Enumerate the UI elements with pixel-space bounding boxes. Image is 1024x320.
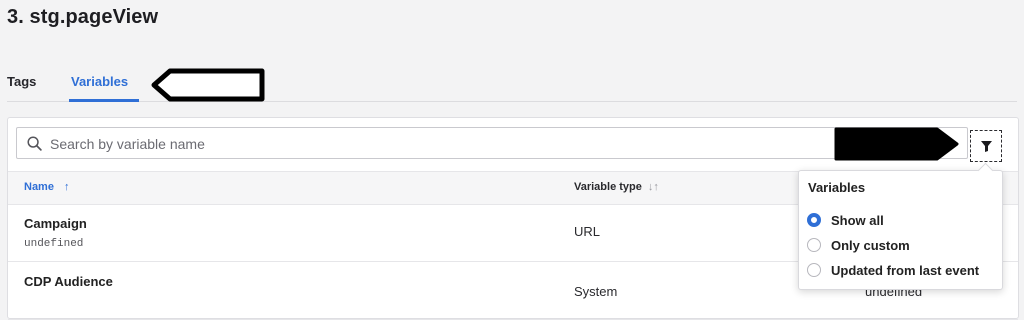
tab-variables[interactable]: Variables (71, 74, 128, 89)
variable-type: URL (574, 224, 601, 239)
filter-funnel-icon (981, 141, 992, 152)
column-header-name-label: Name (24, 181, 54, 193)
variables-filter-popover: Variables Show all Only custom Updated f… (798, 162, 1003, 290)
variable-type: System (574, 284, 618, 299)
filter-option-label: Only custom (831, 238, 910, 253)
filter-option-only-custom[interactable]: Only custom (807, 236, 997, 256)
search-icon (27, 136, 42, 151)
filter-option-label: Updated from last event (831, 263, 980, 278)
variable-name: CDP Audience (24, 274, 113, 289)
radio-button-checked[interactable] (807, 213, 821, 227)
filter-button[interactable] (970, 130, 1002, 162)
sort-toggle-icon: ↓↑ (647, 181, 659, 193)
popover-title: Variables (808, 180, 866, 195)
search-box[interactable] (16, 127, 968, 159)
search-input[interactable] (48, 132, 832, 156)
column-header-name[interactable]: Name ↑ (24, 181, 69, 193)
variable-value: undefined (24, 238, 84, 250)
filter-option-show-all[interactable]: Show all (807, 211, 997, 231)
column-header-type-label: Variable type (574, 181, 642, 193)
column-header-variable-type[interactable]: Variable type ↓↑ (574, 181, 659, 193)
redaction-marker (834, 127, 959, 161)
page-title: 3. stg.pageView (7, 6, 159, 28)
filter-option-label: Show all (831, 213, 884, 228)
redaction-marker (151, 68, 265, 102)
variable-name: Campaign (24, 216, 87, 231)
sort-ascending-icon: ↑ (63, 181, 70, 193)
radio-button[interactable] (807, 238, 821, 252)
tab-tags[interactable]: Tags (7, 74, 36, 89)
radio-button[interactable] (807, 263, 821, 277)
active-tab-indicator (69, 99, 139, 102)
filter-option-updated-from-last-event[interactable]: Updated from last event (807, 261, 997, 281)
